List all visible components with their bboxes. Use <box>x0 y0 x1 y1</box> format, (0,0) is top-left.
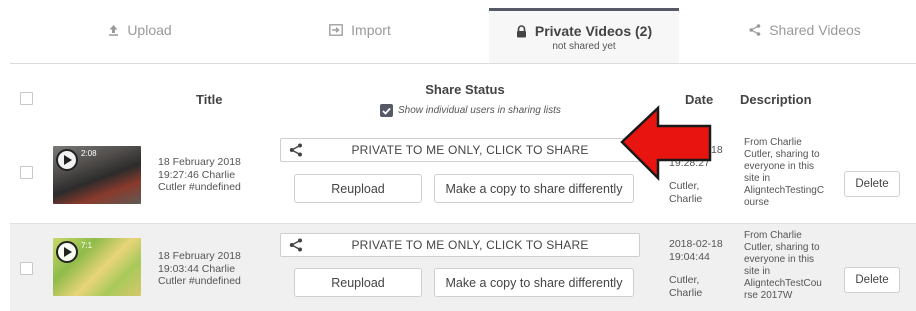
description-line: AligntechTestingC <box>744 185 825 196</box>
tab-import[interactable]: Import <box>260 10 460 50</box>
video-title: 18 February 2018 19:03:44 Charlie Cutler… <box>158 250 268 288</box>
show-users-label: Show individual users in sharing lists <box>398 105 561 116</box>
video-date: 2018-02-18 19:04:44 <box>669 238 734 263</box>
description-line: site in <box>744 173 771 184</box>
author-line: Charlie <box>669 192 703 205</box>
column-share-status: Share Status <box>425 82 505 97</box>
row-checkbox[interactable] <box>20 262 33 275</box>
video-title-line: 18 February 2018 <box>158 250 241 262</box>
column-description: Description <box>740 92 812 107</box>
tab-import-label: Import <box>351 22 391 38</box>
video-title-line: Cutler #undefined <box>158 181 241 193</box>
copy-share-button[interactable]: Make a copy to share differently <box>434 174 634 203</box>
table-row: 7:1 18 February 2018 19:03:44 Charlie Cu… <box>10 223 916 311</box>
description-line: rse 2017W <box>744 290 793 301</box>
lock-icon <box>516 24 526 37</box>
video-thumbnail[interactable]: 2:08 <box>53 146 141 204</box>
tab-private-videos[interactable]: Private Videos (2) not shared yet <box>489 8 679 64</box>
video-thumbnail[interactable]: 7:1 <box>53 238 141 296</box>
share-status-label: PRIVATE TO ME ONLY, CLICK TO SHARE <box>351 238 589 252</box>
show-users-checkbox[interactable] <box>380 104 393 117</box>
description-line: Cutler, sharing to <box>744 242 820 253</box>
delete-button[interactable]: Delete <box>844 171 900 197</box>
tab-upload-label: Upload <box>127 22 172 38</box>
description-line: everyone in this <box>744 161 815 172</box>
video-title: 18 February 2018 19:27:46 Charlie Cutler… <box>158 156 268 194</box>
show-users-option[interactable]: Show individual users in sharing lists <box>380 104 561 117</box>
video-description: From Charlie Cutler, sharing to everyone… <box>744 137 834 209</box>
description-line: From Charlie <box>744 137 802 148</box>
description-line: site in <box>744 266 771 277</box>
description-line: AligntechTestCou <box>744 278 822 289</box>
table-row: 2:08 18 February 2018 19:27:46 Charlie C… <box>10 128 916 218</box>
tabs-divider <box>10 63 916 64</box>
video-title-line: 19:27:46 Charlie <box>158 168 236 181</box>
share-icon <box>289 238 302 252</box>
tab-private-label: Private Videos (2) <box>534 23 653 39</box>
tab-shared-label: Shared Videos <box>769 22 861 38</box>
date-line: 19:04:44 <box>669 250 710 263</box>
share-status-button[interactable]: PRIVATE TO ME ONLY, CLICK TO SHARE <box>280 233 640 257</box>
description-line: From Charlie <box>744 230 802 241</box>
share-status-label: PRIVATE TO ME ONLY, CLICK TO SHARE <box>351 143 589 157</box>
tab-upload[interactable]: Upload <box>40 10 240 50</box>
select-all-checkbox[interactable] <box>20 92 33 105</box>
play-icon[interactable] <box>56 241 78 263</box>
upload-icon <box>109 25 119 36</box>
reupload-button[interactable]: Reupload <box>294 268 422 297</box>
video-title-line: 18 February 2018 <box>158 156 241 168</box>
video-tabs: Upload Import Private Videos (2) not sha… <box>0 0 916 64</box>
video-duration: 2:08 <box>81 149 97 158</box>
author-line: Cutler, <box>669 274 700 286</box>
tab-private-subtitle: not shared yet <box>552 41 616 52</box>
description-line: ourse <box>744 197 770 208</box>
copy-share-button[interactable]: Make a copy to share differently <box>434 268 634 297</box>
description-line: Cutler, sharing to <box>744 149 820 160</box>
check-icon <box>382 107 391 115</box>
play-icon[interactable] <box>56 149 78 171</box>
share-status-button[interactable]: PRIVATE TO ME ONLY, CLICK TO SHARE <box>280 138 640 162</box>
video-description: From Charlie Cutler, sharing to everyone… <box>744 230 834 302</box>
author-line: Charlie <box>669 286 703 299</box>
date-line: 2018-02-18 <box>669 238 723 250</box>
column-title: Title <box>196 92 223 107</box>
share-icon <box>289 143 302 157</box>
delete-button[interactable]: Delete <box>844 267 900 293</box>
share-icon <box>749 24 761 36</box>
tab-shared-videos[interactable]: Shared Videos <box>700 10 910 50</box>
description-line: everyone in this <box>744 254 815 265</box>
video-title-line: 19:03:44 Charlie <box>158 262 236 275</box>
video-author: Cutler, Charlie <box>669 274 734 299</box>
row-checkbox[interactable] <box>20 166 33 179</box>
import-icon <box>329 24 344 36</box>
annotation-arrow-icon <box>620 105 712 182</box>
video-title-line: Cutler #undefined <box>158 275 241 287</box>
reupload-button[interactable]: Reupload <box>294 174 422 203</box>
video-duration: 7:1 <box>81 241 93 250</box>
